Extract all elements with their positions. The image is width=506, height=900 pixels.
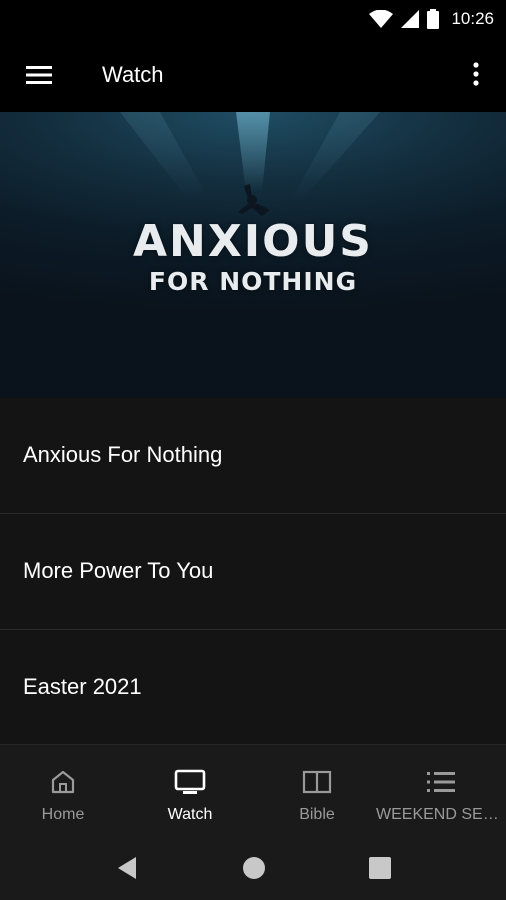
list-item[interactable]: Anxious For Nothing <box>0 398 506 514</box>
hero-banner[interactable]: ANXIOUS FOR NOTHING <box>0 112 506 398</box>
battery-icon <box>427 9 440 29</box>
more-vert-icon[interactable] <box>466 60 486 90</box>
list-item-title: More Power To You <box>23 558 214 583</box>
nav-item-bible[interactable]: Bible <box>254 745 380 841</box>
nav-item-weekend-series[interactable]: WEEKEND SER… <box>376 745 506 841</box>
wifi-icon <box>369 10 394 28</box>
list-icon <box>425 769 457 800</box>
tv-icon <box>174 769 206 800</box>
system-nav <box>0 840 506 900</box>
signal-icon <box>401 10 420 28</box>
nav-label-bible: Bible <box>299 806 335 823</box>
recents-icon[interactable] <box>369 857 391 884</box>
back-icon[interactable] <box>116 855 138 886</box>
nav-label-watch: Watch <box>167 806 213 823</box>
list-item-title: Easter 2021 <box>23 674 142 699</box>
page-title: Watch <box>102 62 164 87</box>
hero-subtitle: FOR NOTHING <box>148 267 358 296</box>
hero-title: ANXIOUS <box>133 216 373 267</box>
home-icon <box>50 769 76 800</box>
nav-label-home: Home <box>41 806 85 823</box>
series-list: Anxious For Nothing More Power To You Ea… <box>0 398 506 746</box>
list-item-title: Anxious For Nothing <box>23 442 223 467</box>
home-circle-icon[interactable] <box>242 856 266 885</box>
status-icons: 10:26 <box>369 8 494 30</box>
bottom-nav: Home Watch Bible WEEKEND SER… <box>0 744 506 841</box>
book-icon <box>302 769 332 800</box>
list-item[interactable]: More Power To You <box>0 514 506 630</box>
menu-icon[interactable] <box>24 63 54 87</box>
nav-item-watch[interactable]: Watch <box>127 745 253 841</box>
app-bar: Watch <box>0 38 506 112</box>
list-item[interactable]: Easter 2021 <box>0 630 506 746</box>
status-time: 10:26 <box>451 9 494 28</box>
nav-label-weekend-series: WEEKEND SER… <box>376 806 506 823</box>
nav-item-home[interactable]: Home <box>0 745 126 841</box>
status-bar: 10:26 <box>0 0 506 38</box>
